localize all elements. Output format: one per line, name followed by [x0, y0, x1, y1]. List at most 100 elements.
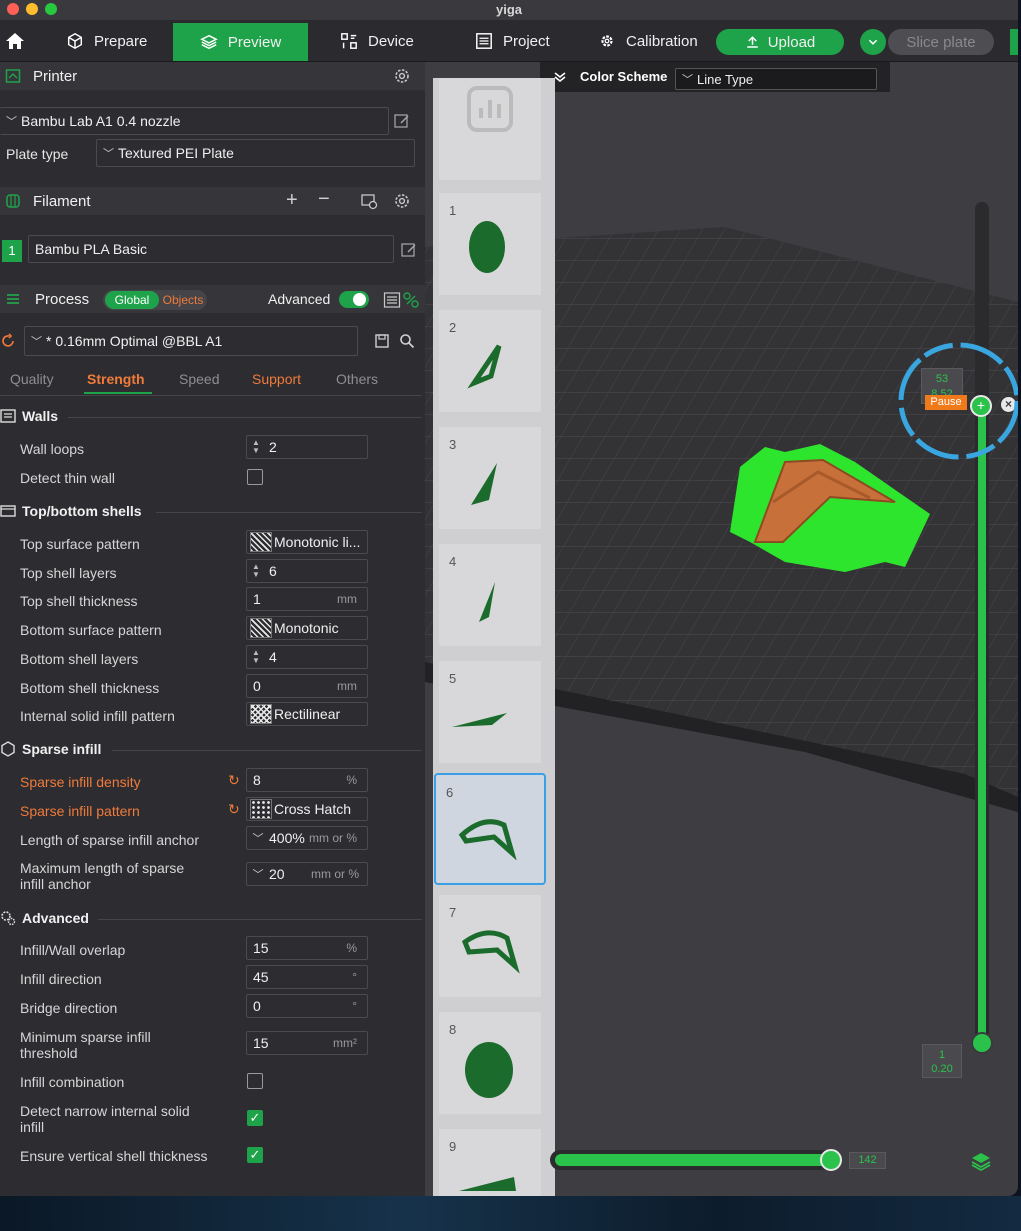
tab-device[interactable]: Device: [340, 23, 414, 59]
tab-calibration[interactable]: Calibration: [598, 23, 698, 59]
plate-number: 2: [449, 320, 457, 335]
printer-select[interactable]: ﹀ Bambu Lab A1 0.4 nozzle: [0, 107, 389, 135]
group-advanced-label: Advanced: [22, 910, 89, 926]
sparse-infill-pattern-value: Cross Hatch: [274, 801, 352, 817]
preview-viewport[interactable]: Color Scheme ﹀ Line Type 1 2 3 4 5 6 7 8…: [425, 62, 1018, 1196]
top-shell-thickness-input[interactable]: 1 mm: [246, 587, 368, 611]
top-shell-layers-input[interactable]: ▲ ▼ 6: [246, 559, 368, 583]
tab-prepare[interactable]: Prepare: [66, 23, 147, 59]
edit-filament-icon[interactable]: [400, 241, 418, 259]
collapse-chevrons-icon[interactable]: [554, 72, 566, 82]
filament-slot-badge[interactable]: 1: [2, 240, 22, 262]
plate-thumb[interactable]: 5: [439, 661, 541, 763]
toggle-objects[interactable]: Objects: [160, 291, 206, 309]
printer-settings-gear-icon[interactable]: [393, 67, 411, 85]
filament-sync-icon[interactable]: [360, 192, 378, 210]
internal-solid-infill-pattern-select[interactable]: Rectilinear: [246, 702, 368, 726]
plate-thumb[interactable]: 7: [439, 895, 541, 997]
plate-thumb-selected[interactable]: 6: [434, 773, 546, 885]
layers-toggle-icon[interactable]: [970, 1150, 992, 1172]
remove-filament-icon[interactable]: −: [318, 188, 330, 211]
reset-preset-icon[interactable]: [0, 333, 16, 349]
group-sparse-infill: Sparse infill: [0, 741, 101, 757]
process-compare-icon[interactable]: [402, 291, 420, 309]
tab-preview[interactable]: Preview: [173, 23, 308, 61]
wall-loops-input[interactable]: ▲ ▼ 2: [246, 435, 368, 459]
infill-wall-overlap-input[interactable]: 15 %: [246, 936, 368, 960]
chevron-down-icon[interactable]: ﹀: [247, 866, 269, 882]
process-list-icon[interactable]: [383, 291, 401, 309]
plate-type-value: Textured PEI Plate: [118, 145, 234, 161]
bottom-shell-layers-input[interactable]: ▲ ▼ 4: [246, 645, 368, 669]
add-filament-icon[interactable]: +: [286, 189, 298, 212]
reset-pattern-icon[interactable]: ↻: [228, 801, 240, 818]
ensure-vertical-shell-checkbox[interactable]: ✓: [247, 1147, 263, 1163]
search-icon[interactable]: [399, 333, 415, 349]
sparse-infill-pattern-select[interactable]: Cross Hatch: [246, 797, 368, 821]
stats-chart-icon: [467, 86, 513, 132]
edit-printer-icon[interactable]: [393, 112, 411, 130]
tab-project[interactable]: Project: [475, 23, 550, 59]
bottom-surface-pattern-select[interactable]: Monotonic: [246, 616, 368, 640]
filament-settings-gear-icon[interactable]: [393, 192, 411, 210]
infill-direction-input[interactable]: 45 °: [246, 965, 368, 989]
plate-thumb[interactable]: 2: [439, 310, 541, 412]
group-advanced-divider: [98, 919, 422, 920]
upload-button[interactable]: Upload: [716, 29, 844, 55]
chevron-down-icon[interactable]: ﹀: [247, 830, 269, 846]
bridge-direction-input[interactable]: 0 °: [246, 994, 368, 1018]
stepper-icon[interactable]: ▲ ▼: [247, 649, 265, 665]
sparse-anchor-max-input[interactable]: ﹀ 20 mm or %: [246, 862, 368, 886]
plate-stats-thumb[interactable]: [439, 78, 541, 180]
tab-speed[interactable]: Speed: [179, 371, 219, 387]
color-scheme-select[interactable]: ﹀ Line Type: [675, 68, 877, 90]
plate-thumb[interactable]: 3: [439, 427, 541, 529]
tab-strength[interactable]: Strength: [87, 371, 145, 387]
tab-others[interactable]: Others: [336, 371, 378, 387]
sparse-anchor-length-input[interactable]: ﹀ 400% mm or %: [246, 826, 368, 850]
main-toolbar: Prepare Preview Device Project Calibrati…: [0, 20, 1018, 62]
chevron-down-icon: [868, 39, 878, 45]
slice-plate-button[interactable]: Slice plate: [888, 29, 994, 55]
process-preset-select[interactable]: ﹀ * 0.16mm Optimal @BBL A1: [24, 326, 358, 356]
layer-slider-bottom-handle[interactable]: [971, 1032, 993, 1054]
plate-number: 4: [449, 554, 457, 569]
reset-density-icon[interactable]: ↻: [228, 772, 240, 789]
detect-narrow-infill-label-line1: Detect narrow internal solid: [20, 1103, 190, 1119]
filament-select[interactable]: Bambu PLA Basic: [28, 235, 394, 263]
toolbar-overflow: [1010, 29, 1018, 55]
move-slider-handle[interactable]: [820, 1149, 842, 1171]
plate-thumb[interactable]: 9: [439, 1129, 541, 1196]
tab-support[interactable]: Support: [252, 371, 301, 387]
infill-wall-overlap-value: 15: [253, 940, 269, 956]
plate-thumb[interactable]: 8: [439, 1012, 541, 1114]
detect-thin-wall-checkbox[interactable]: [247, 469, 263, 485]
global-objects-toggle[interactable]: Global Objects: [103, 290, 207, 310]
plate-type-select[interactable]: ﹀ Textured PEI Plate: [96, 139, 415, 167]
min-sparse-threshold-input[interactable]: 15 mm²: [246, 1031, 368, 1055]
save-preset-icon[interactable]: [374, 333, 390, 349]
window-title: yiga: [495, 2, 522, 17]
top-surface-pattern-select[interactable]: Monotonic li...: [246, 530, 368, 554]
stepper-icon[interactable]: ▲ ▼: [247, 563, 265, 579]
home-icon: [6, 33, 24, 49]
plate-model-preview: [469, 221, 505, 273]
group-advanced: Advanced: [0, 910, 89, 926]
plate-number: 5: [449, 671, 457, 686]
bridge-direction-unit: °: [352, 999, 357, 1013]
top-shell-layers-label: Top shell layers: [20, 565, 117, 581]
plate-thumb[interactable]: 1: [439, 193, 541, 295]
stepper-icon[interactable]: ▲ ▼: [247, 439, 265, 455]
tab-quality[interactable]: Quality: [10, 371, 54, 387]
advanced-switch[interactable]: [339, 291, 369, 308]
sparse-infill-density-input[interactable]: 8 %: [246, 768, 368, 792]
toggle-global[interactable]: Global: [105, 291, 159, 309]
infill-combination-checkbox[interactable]: [247, 1073, 263, 1089]
upload-options-button[interactable]: [860, 29, 886, 55]
home-button[interactable]: [5, 23, 25, 59]
group-top-bottom-label: Top/bottom shells: [22, 503, 142, 519]
detect-narrow-infill-checkbox[interactable]: ✓: [247, 1110, 263, 1126]
plate-thumb[interactable]: 4: [439, 544, 541, 646]
plate-number: 6: [446, 785, 454, 800]
bottom-shell-thickness-input[interactable]: 0 mm: [246, 674, 368, 698]
